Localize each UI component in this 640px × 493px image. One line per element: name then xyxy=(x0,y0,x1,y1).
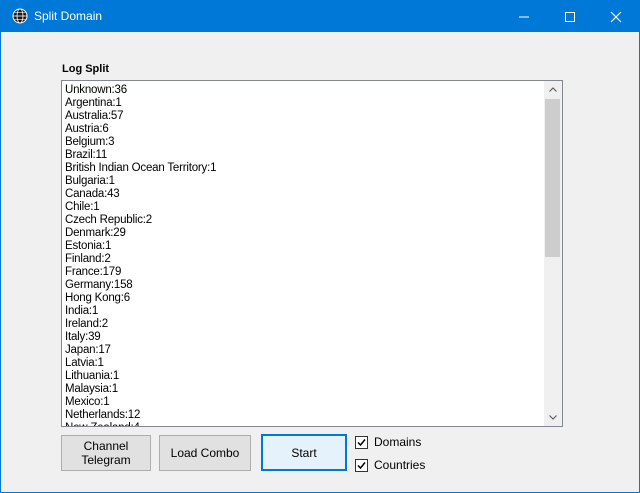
scroll-down-button[interactable] xyxy=(544,409,562,426)
chevron-down-icon xyxy=(549,415,557,420)
window-title: Split Domain xyxy=(34,9,103,23)
domains-option[interactable]: Domains xyxy=(355,434,421,450)
log-split-textbox[interactable]: Unknown:36 Argentina:1 Australia:57 Austria… xyxy=(61,80,563,427)
log-split-label: Log Split xyxy=(62,63,110,75)
log-line: Malaysia:1 xyxy=(65,383,118,395)
split-domain-window: Split Domain Log Split Unknown:36 Argenti… xyxy=(0,0,640,493)
log-line: Denmark:29 xyxy=(65,227,126,239)
log-line: Australia:57 xyxy=(65,110,124,122)
log-line: British Indian Ocean Territory:1 xyxy=(65,162,217,174)
maximize-button[interactable] xyxy=(547,1,593,32)
log-line: Germany:158 xyxy=(65,279,133,291)
countries-checkbox[interactable] xyxy=(355,458,368,472)
channel-telegram-button[interactable]: Channel Telegram xyxy=(61,435,151,471)
load-combo-button[interactable]: Load Combo xyxy=(159,435,251,471)
checkmark-icon xyxy=(357,461,366,469)
log-line: Estonia:1 xyxy=(65,240,112,252)
title-bar[interactable]: Split Domain xyxy=(1,1,639,32)
close-button[interactable] xyxy=(593,1,639,32)
log-line: Austria:6 xyxy=(65,123,109,135)
log-line: India:1 xyxy=(65,305,99,317)
log-line: Unknown:36 xyxy=(65,84,127,96)
log-line: Canada:43 xyxy=(65,188,120,200)
log-line: Argentina:1 xyxy=(65,97,122,109)
log-line: Belgium:3 xyxy=(65,136,115,148)
scroll-thumb[interactable] xyxy=(545,99,560,257)
chevron-up-icon xyxy=(549,87,557,92)
log-line: Lithuania:1 xyxy=(65,370,120,382)
log-line: Netherlands:12 xyxy=(65,409,141,421)
log-line: Finland:2 xyxy=(65,253,111,265)
start-button[interactable]: Start xyxy=(261,434,347,471)
log-line: Hong Kong:6 xyxy=(65,292,130,304)
scroll-up-button[interactable] xyxy=(544,81,562,98)
log-line: Italy:39 xyxy=(65,331,101,343)
globe-icon xyxy=(12,8,28,24)
maximize-icon xyxy=(565,12,575,22)
minimize-button[interactable] xyxy=(501,1,547,32)
log-line: Ireland:2 xyxy=(65,318,108,330)
log-line: Latvia:1 xyxy=(65,357,104,369)
log-line: Chile:1 xyxy=(65,201,100,213)
domains-checkbox[interactable] xyxy=(355,435,368,449)
log-line: New Zealand:4 xyxy=(65,422,216,426)
countries-option[interactable]: Countries xyxy=(355,457,425,473)
log-line: Czech Republic:2 xyxy=(65,214,152,226)
minimize-icon xyxy=(519,16,529,18)
log-line: Mexico:1 xyxy=(65,396,110,408)
countries-label: Countries xyxy=(374,458,426,472)
log-line: Brazil:11 xyxy=(65,149,108,161)
log-line: Japan:17 xyxy=(65,344,111,356)
domains-label: Domains xyxy=(374,435,422,449)
vertical-scrollbar[interactable] xyxy=(544,81,562,426)
close-icon xyxy=(610,11,622,23)
log-line: France:179 xyxy=(65,266,122,278)
checkmark-icon xyxy=(357,438,366,446)
log-line: Bulgaria:1 xyxy=(65,175,115,187)
log-lines: Unknown:36 Argentina:1 Australia:57 Austria… xyxy=(65,84,217,426)
